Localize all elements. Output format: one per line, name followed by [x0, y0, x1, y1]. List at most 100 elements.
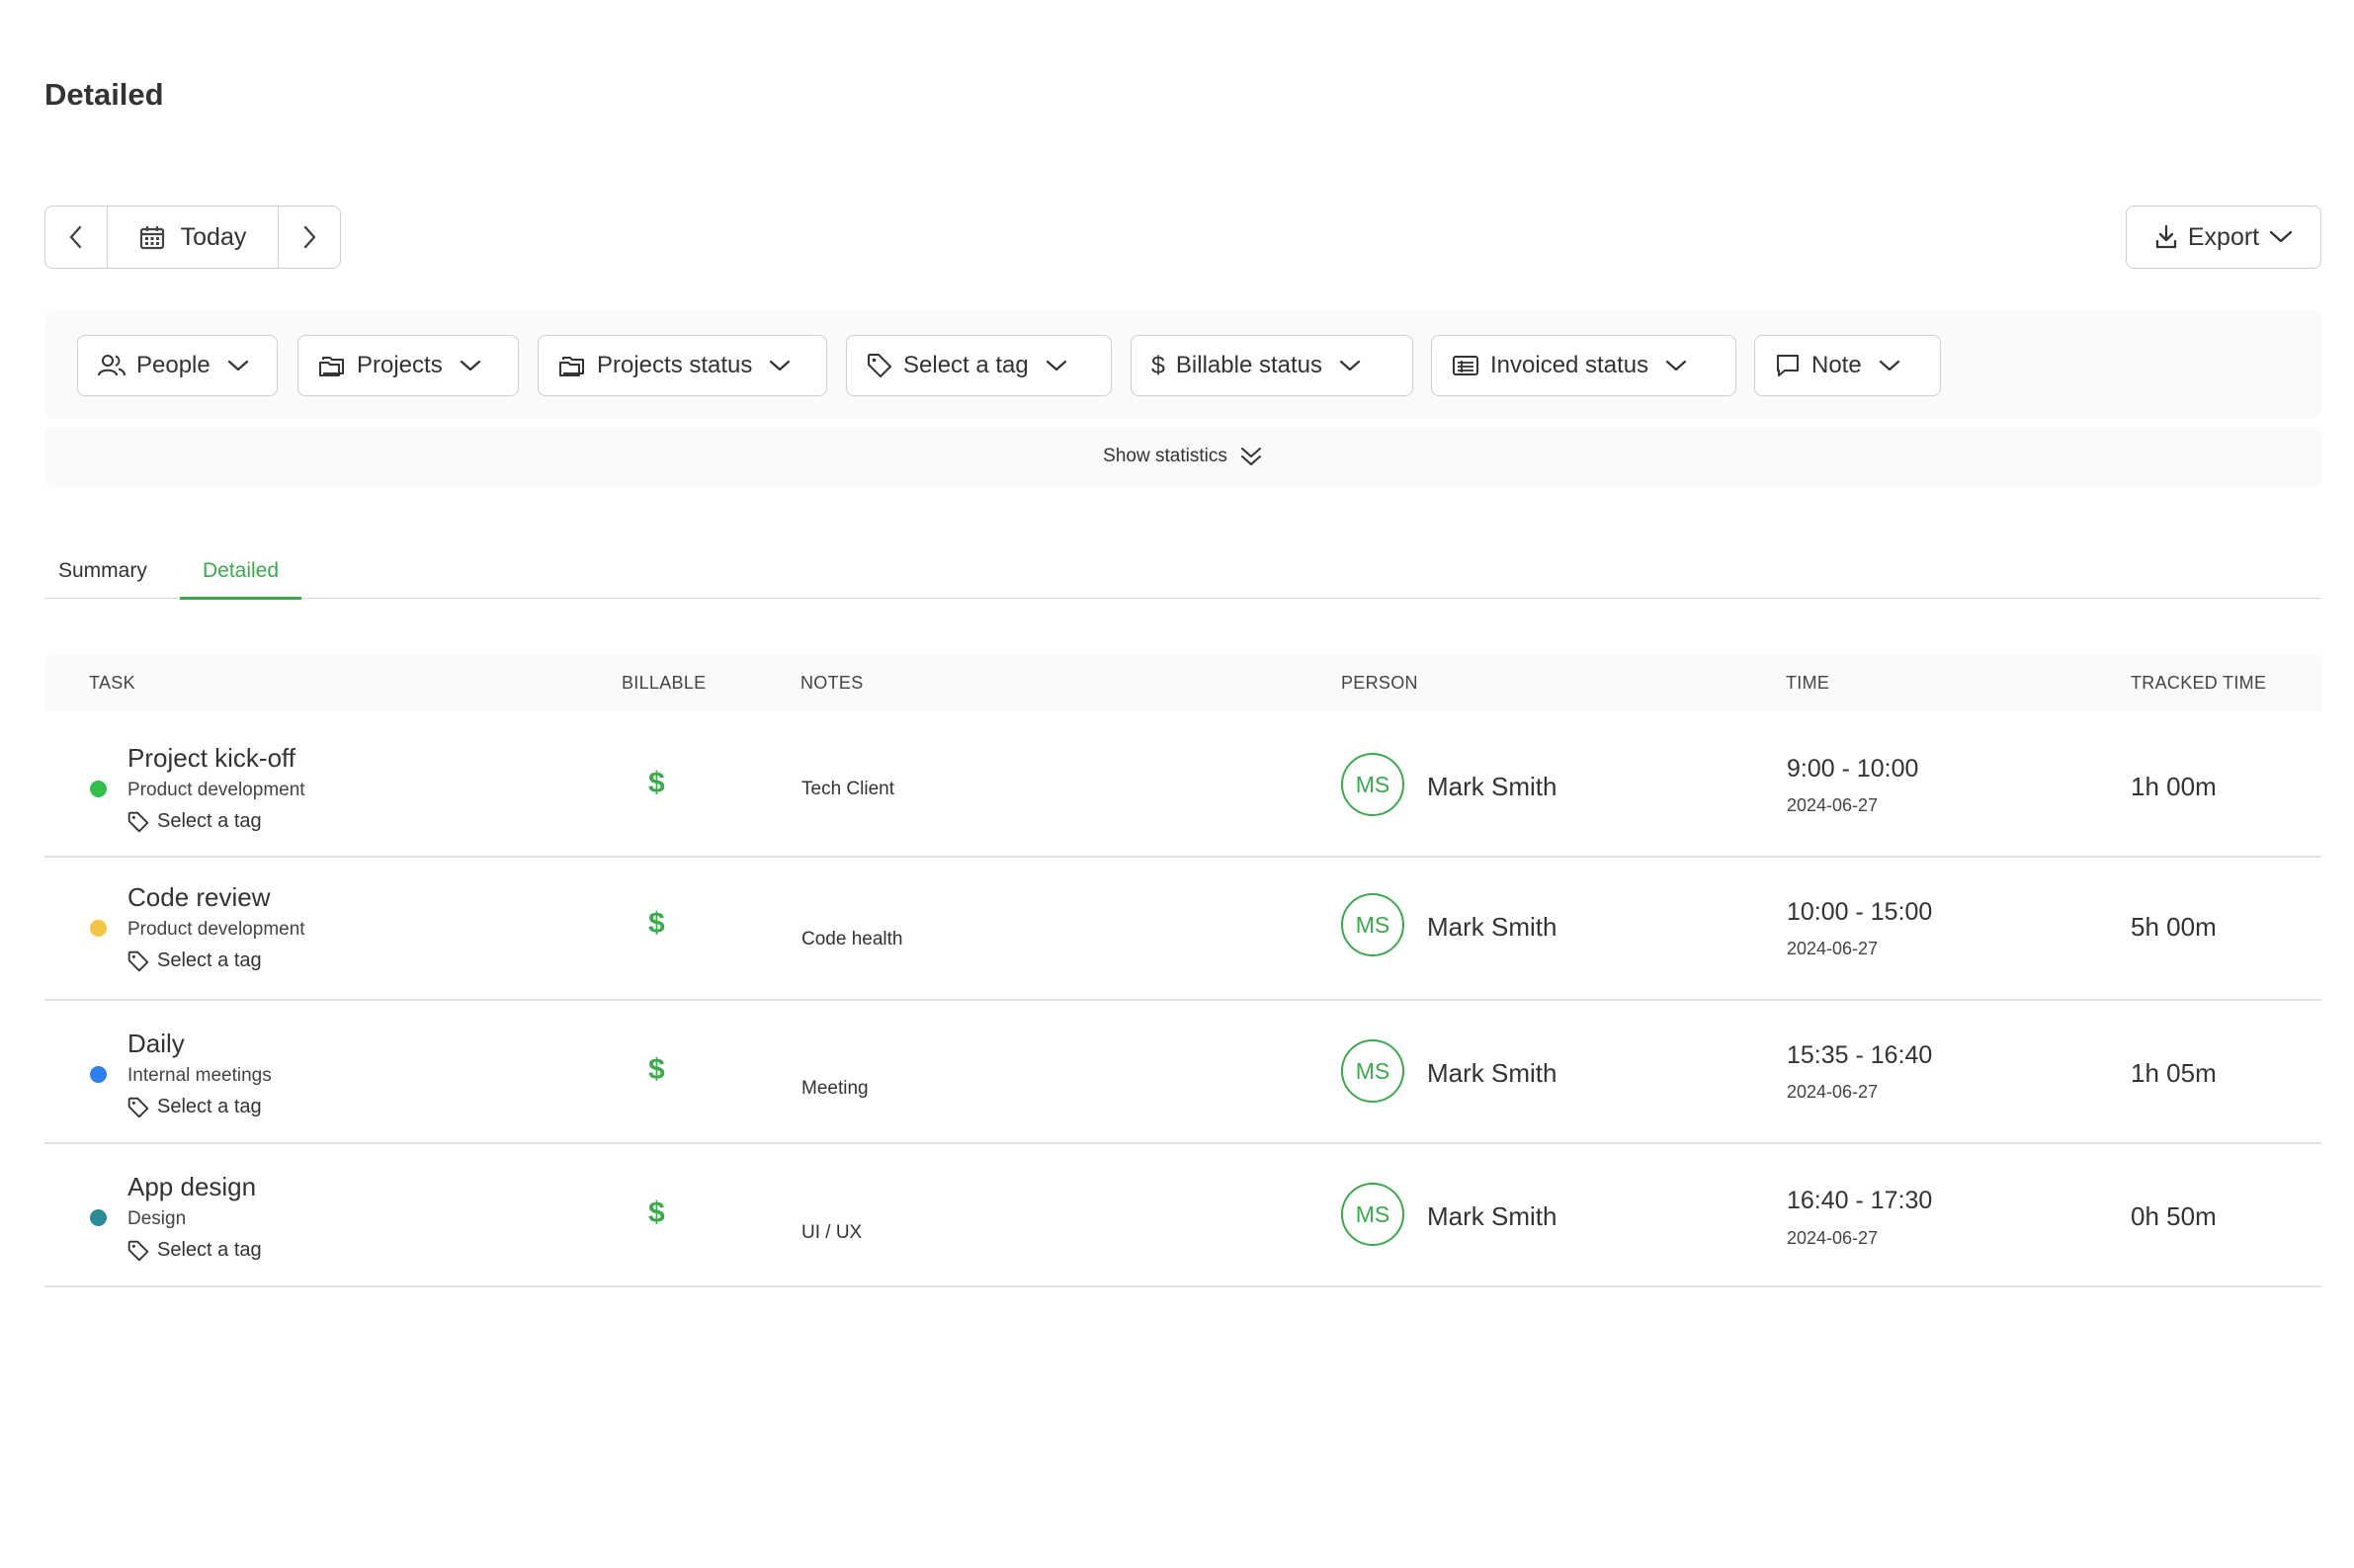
- chevron-down-icon: [1665, 360, 1687, 371]
- person-name: Mark Smith: [1427, 772, 1557, 801]
- filter-projects-status[interactable]: Projects status: [538, 335, 827, 396]
- next-day-button[interactable]: [279, 206, 340, 268]
- note-icon: [1777, 355, 1799, 376]
- task-tag-label: Select a tag: [157, 1096, 262, 1117]
- filter-tag-label: Select a tag: [903, 352, 1029, 378]
- filter-projects-label: Projects: [357, 352, 443, 378]
- task-tag-label: Select a tag: [157, 949, 262, 971]
- filter-bar: People Projects Projects status Select a…: [44, 310, 2321, 419]
- avatar: MS: [1341, 1039, 1404, 1103]
- filter-people-label: People: [136, 352, 210, 378]
- tracked-time: 1h 05m: [2131, 1058, 2217, 1088]
- filter-billable-status[interactable]: $ Billable status: [1131, 335, 1413, 396]
- billable-indicator: $: [648, 1053, 665, 1086]
- filter-projects[interactable]: Projects: [297, 335, 519, 396]
- column-header-notes: NOTES: [800, 673, 864, 693]
- filter-note[interactable]: Note: [1754, 335, 1941, 396]
- tracked-time: 5h 00m: [2131, 912, 2217, 942]
- task-name: Daily: [127, 1029, 185, 1058]
- chevron-right-icon: [303, 225, 316, 249]
- column-header-person: PERSON: [1341, 673, 1418, 693]
- folder-icon: [319, 357, 344, 376]
- task-tag-selector[interactable]: Select a tag: [127, 810, 262, 833]
- filter-tag[interactable]: Select a tag: [846, 335, 1112, 396]
- tab-detailed[interactable]: Detailed: [180, 559, 301, 600]
- tab-summary[interactable]: Summary: [58, 559, 147, 598]
- person-name: Mark Smith: [1427, 1201, 1557, 1231]
- tag-icon: [127, 1097, 149, 1117]
- table-row[interactable]: Code review Product development Select a…: [44, 858, 2321, 1001]
- filter-people[interactable]: People: [77, 335, 278, 396]
- folders-icon: [559, 357, 584, 376]
- project-color-dot: [90, 781, 107, 797]
- task-tag-selector[interactable]: Select a tag: [127, 1096, 262, 1118]
- tag-icon: [127, 1240, 149, 1261]
- task-tag-label: Select a tag: [157, 1239, 262, 1261]
- date-navigator: Today: [44, 206, 341, 269]
- chevron-down-icon: [227, 360, 248, 371]
- export-button[interactable]: Export: [2126, 206, 2321, 269]
- time-range: 16:40 - 17:30: [1787, 1187, 1933, 1214]
- billable-indicator: $: [648, 1197, 665, 1229]
- billable-indicator: $: [648, 907, 665, 940]
- column-header-tracked-time: TRACKED TIME: [2131, 673, 2267, 693]
- tracked-time: 1h 00m: [2131, 772, 2217, 801]
- avatar: MS: [1341, 893, 1404, 956]
- chevron-down-icon: [1879, 360, 1899, 371]
- dollar-icon: $: [1151, 351, 1165, 379]
- report-tabs: Summary Detailed: [44, 549, 2321, 600]
- table-row[interactable]: Project kick-off Product development Sel…: [44, 711, 2321, 858]
- time-range: 15:35 - 16:40: [1787, 1041, 1933, 1069]
- task-tag-selector[interactable]: Select a tag: [127, 1239, 262, 1262]
- person-name: Mark Smith: [1427, 1058, 1557, 1088]
- task-project: Design: [127, 1208, 187, 1229]
- billable-indicator: $: [648, 767, 665, 799]
- filter-billable-status-label: Billable status: [1175, 352, 1322, 378]
- table-row[interactable]: App design Design Select a tag $ UI / UX…: [44, 1144, 2321, 1287]
- invoice-icon: [1453, 356, 1478, 375]
- filter-invoiced-status-label: Invoiced status: [1490, 352, 1649, 378]
- task-tag-label: Select a tag: [157, 810, 262, 832]
- filter-invoiced-status[interactable]: Invoiced status: [1431, 335, 1736, 396]
- chevron-down-icon: [2269, 230, 2293, 243]
- filter-note-label: Note: [1811, 352, 1862, 378]
- project-color-dot: [90, 1209, 107, 1226]
- task-note: Meeting: [801, 1078, 869, 1099]
- chevron-down-icon: [460, 360, 480, 371]
- task-name: App design: [127, 1172, 257, 1201]
- task-name: Project kick-off: [127, 743, 296, 773]
- previous-day-button[interactable]: [45, 206, 107, 268]
- today-button[interactable]: Today: [107, 206, 279, 268]
- calendar-icon: [139, 226, 164, 250]
- page-title: Detailed: [44, 77, 164, 112]
- task-project: Product development: [127, 780, 305, 800]
- tag-icon: [127, 811, 149, 832]
- show-statistics-label: Show statistics: [1103, 446, 1227, 466]
- task-project: Internal meetings: [127, 1065, 272, 1086]
- column-header-billable: BILLABLE: [622, 673, 707, 693]
- avatar: MS: [1341, 1183, 1404, 1246]
- task-note: Code health: [801, 929, 903, 949]
- time-range: 10:00 - 15:00: [1787, 898, 1933, 926]
- table-row[interactable]: Daily Internal meetings Select a tag $ M…: [44, 1001, 2321, 1144]
- table-header: TASK BILLABLE NOTES PERSON TIME TRACKED …: [44, 654, 2321, 711]
- task-project: Product development: [127, 919, 305, 940]
- project-color-dot: [90, 920, 107, 937]
- tag-icon: [127, 950, 149, 971]
- time-range: 9:00 - 10:00: [1787, 755, 1919, 783]
- double-chevron-down-icon: [1240, 448, 1261, 465]
- project-color-dot: [90, 1066, 107, 1083]
- filter-projects-status-label: Projects status: [597, 352, 753, 378]
- show-statistics-toggle[interactable]: Show statistics: [44, 427, 2321, 486]
- time-date: 2024-06-27: [1787, 939, 1879, 958]
- task-tag-selector[interactable]: Select a tag: [127, 949, 262, 972]
- tracked-time: 0h 50m: [2131, 1201, 2217, 1231]
- column-header-time: TIME: [1786, 673, 1830, 693]
- export-label: Export: [2187, 222, 2260, 251]
- tag-icon: [868, 354, 891, 377]
- time-date: 2024-06-27: [1787, 1082, 1879, 1102]
- task-name: Code review: [127, 882, 271, 912]
- chevron-down-icon: [1339, 360, 1361, 371]
- person-name: Mark Smith: [1427, 912, 1557, 942]
- people-icon: [98, 355, 126, 376]
